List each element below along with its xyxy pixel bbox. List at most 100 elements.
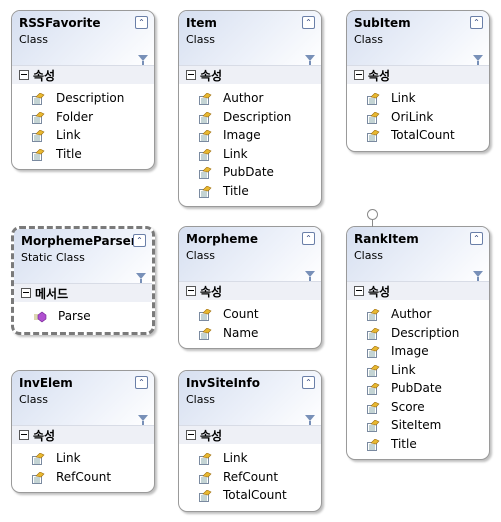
class-header[interactable]: Item Class ⌃ [179, 11, 321, 66]
member-item[interactable]: SiteItem [347, 416, 489, 435]
member-item[interactable]: Title [347, 435, 489, 454]
member-item[interactable]: PubDate [179, 163, 321, 182]
member-item[interactable]: Link [12, 126, 154, 145]
member-item[interactable]: Link [179, 449, 321, 468]
filter-icon[interactable] [473, 271, 483, 281]
member-name: TotalCount [223, 488, 287, 502]
property-icon [367, 129, 380, 142]
filter-icon[interactable] [305, 271, 315, 281]
member-name: Link [223, 146, 248, 161]
collapse-minus-icon[interactable] [354, 70, 364, 80]
property-icon [199, 327, 212, 340]
filter-icon[interactable] [305, 55, 315, 65]
member-name: Score [391, 399, 425, 414]
member-item[interactable]: Folder [12, 108, 154, 127]
class-header[interactable]: RSSFavorite Class ⌃ [12, 11, 154, 66]
class-box-rssfavorite[interactable]: RSSFavorite Class ⌃ 속성 Description Folde… [11, 10, 155, 170]
section-header[interactable]: 속성 [179, 66, 321, 84]
double-chevron-up-icon[interactable]: ⌃ [470, 232, 483, 245]
interface-lollipop-icon[interactable] [367, 209, 378, 220]
member-item[interactable]: Image [179, 126, 321, 145]
member-item[interactable]: Link [347, 89, 489, 108]
double-chevron-up-icon[interactable]: ⌃ [470, 16, 483, 29]
section-title: 속성 [200, 285, 223, 299]
double-chevron-up-icon[interactable]: ⌃ [135, 376, 148, 389]
member-item[interactable]: Parse [14, 307, 152, 326]
member-item[interactable]: Image [347, 342, 489, 361]
member-item[interactable]: Author [347, 305, 489, 324]
member-item[interactable]: PubDate [347, 379, 489, 398]
section-header[interactable]: 속성 [347, 66, 489, 84]
member-item[interactable]: RefCount [179, 468, 321, 487]
member-item[interactable]: Link [179, 145, 321, 164]
collapse-minus-icon[interactable] [354, 286, 364, 296]
section-title: 속성 [33, 429, 56, 443]
double-chevron-up-icon[interactable]: ⌃ [302, 16, 315, 29]
class-box-morphemeparser[interactable]: MorphemeParser Static Class ⌃ 메서드 Parse [11, 226, 155, 335]
member-list: Link RefCount [12, 444, 154, 492]
filter-icon[interactable] [138, 415, 148, 425]
double-chevron-up-icon[interactable]: ⌃ [133, 234, 146, 247]
collapse-minus-icon[interactable] [19, 430, 29, 440]
collapse-minus-icon[interactable] [21, 288, 31, 298]
double-chevron-up-icon[interactable]: ⌃ [302, 232, 315, 245]
member-item[interactable]: TotalCount [347, 126, 489, 145]
section-header[interactable]: 속성 [347, 282, 489, 300]
class-box-invelem[interactable]: InvElem Class ⌃ 속성 Link RefCount [11, 370, 155, 493]
member-item[interactable]: Count [179, 305, 321, 324]
section-header[interactable]: 메서드 [14, 284, 152, 302]
member-item[interactable]: OriLink [347, 108, 489, 127]
property-icon [32, 92, 45, 105]
collapse-minus-icon[interactable] [186, 430, 196, 440]
section-header[interactable]: 속성 [12, 66, 154, 84]
class-name: SubItem [354, 16, 411, 30]
member-name: PubDate [223, 165, 274, 179]
property-icon [367, 401, 380, 414]
filter-icon[interactable] [305, 415, 315, 425]
property-icon [32, 148, 45, 161]
class-header[interactable]: Morpheme Class ⌃ [179, 227, 321, 282]
member-item[interactable]: TotalCount [179, 486, 321, 505]
section-header[interactable]: 속성 [179, 282, 321, 300]
section-header[interactable]: 속성 [12, 426, 154, 444]
member-item[interactable]: Description [12, 89, 154, 108]
member-item[interactable]: Title [12, 145, 154, 164]
collapse-minus-icon[interactable] [186, 70, 196, 80]
property-icon [199, 452, 212, 465]
filter-icon[interactable] [136, 273, 146, 283]
member-item[interactable]: Author [179, 89, 321, 108]
property-icon [367, 438, 380, 451]
class-header[interactable]: MorphemeParser Static Class ⌃ [14, 229, 152, 284]
class-header[interactable]: RankItem Class ⌃ [347, 227, 489, 282]
collapse-minus-icon[interactable] [19, 70, 29, 80]
member-item[interactable]: Score [347, 398, 489, 417]
class-box-invsiteinfo[interactable]: InvSiteInfo Class ⌃ 속성 Link RefCount Tot… [178, 370, 322, 512]
member-item[interactable]: Link [347, 361, 489, 380]
class-header[interactable]: InvSiteInfo Class ⌃ [179, 371, 321, 426]
class-header[interactable]: SubItem Class ⌃ [347, 11, 489, 66]
member-item[interactable]: Title [179, 182, 321, 201]
double-chevron-up-icon[interactable]: ⌃ [135, 16, 148, 29]
member-item[interactable]: Link [12, 449, 154, 468]
class-name: Item [186, 16, 217, 30]
member-item[interactable]: Name [179, 324, 321, 343]
class-name: InvSiteInfo [186, 376, 260, 390]
member-item[interactable]: RefCount [12, 468, 154, 487]
member-list: Link OriLink TotalCount [347, 84, 489, 151]
section-title: 속성 [368, 285, 391, 299]
member-item[interactable]: Description [179, 108, 321, 127]
section-header[interactable]: 속성 [179, 426, 321, 444]
class-box-morpheme[interactable]: Morpheme Class ⌃ 속성 Count Name [178, 226, 322, 349]
class-box-rankitem[interactable]: RankItem Class ⌃ 속성 Author Description I… [346, 226, 490, 460]
filter-icon[interactable] [138, 55, 148, 65]
class-name: InvElem [19, 376, 73, 390]
class-box-item[interactable]: Item Class ⌃ 속성 Author Description Image… [178, 10, 322, 207]
class-header[interactable]: InvElem Class ⌃ [12, 371, 154, 426]
collapse-minus-icon[interactable] [186, 286, 196, 296]
interface-connector [372, 219, 373, 227]
class-box-subitem[interactable]: SubItem Class ⌃ 속성 Link OriLink TotalCou… [346, 10, 490, 152]
member-item[interactable]: Description [347, 324, 489, 343]
double-chevron-up-icon[interactable]: ⌃ [302, 376, 315, 389]
filter-icon[interactable] [473, 55, 483, 65]
property-icon [367, 345, 380, 358]
